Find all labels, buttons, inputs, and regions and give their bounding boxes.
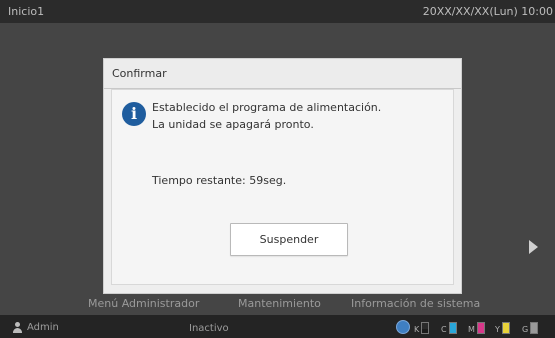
dialog-body: i Establecido el programa de alimentació… <box>111 89 454 285</box>
ink-level-k: K <box>414 320 430 334</box>
message-line-2: La unidad se apagará pronto. <box>152 118 314 131</box>
info-icon: i <box>122 102 146 126</box>
ink-level-m: M <box>468 320 485 334</box>
ink-bar <box>530 322 539 334</box>
admin-menu-link[interactable]: Menú Administrador <box>88 297 199 310</box>
user-indicator[interactable]: Admin <box>12 322 59 333</box>
ink-bar <box>476 322 485 334</box>
globe-icon <box>396 320 410 334</box>
dialog-title: Confirmar <box>104 59 461 89</box>
ink-label: Y <box>495 325 500 334</box>
next-page-arrow-icon[interactable] <box>529 240 538 254</box>
status-bar: Admin Inactivo K C M Y G <box>0 315 555 338</box>
ink-bar <box>501 322 510 334</box>
user-name: Admin <box>27 322 59 333</box>
ink-label: K <box>414 325 420 334</box>
ink-level-g: G <box>522 320 539 334</box>
ink-level-c: C <box>441 320 457 334</box>
user-icon <box>12 322 23 333</box>
ink-bar <box>421 322 430 334</box>
ink-fill <box>531 323 538 333</box>
system-info-link[interactable]: Información de sistema <box>351 297 480 310</box>
confirm-dialog: Confirmar i Establecido el programa de a… <box>103 58 462 294</box>
ink-level-y: Y <box>495 320 510 334</box>
date-time: 20XX/XX/XX(Lun) 10:00 <box>422 5 553 18</box>
screen-title: Inicio1 <box>8 5 45 18</box>
machine-status: Inactivo <box>189 323 229 334</box>
ink-label: G <box>522 325 529 334</box>
ink-fill <box>477 323 484 333</box>
top-bar: Inicio1 20XX/XX/XX(Lun) 10:00 <box>0 0 555 23</box>
ink-label: C <box>441 325 447 334</box>
dialog-message: Establecido el programa de alimentación.… <box>152 99 381 133</box>
ink-label: M <box>468 325 475 334</box>
ink-bar <box>448 322 457 334</box>
ink-fill <box>502 323 509 333</box>
maintenance-link[interactable]: Mantenimiento <box>238 297 321 310</box>
remaining-time: Tiempo restante: 59seg. <box>152 174 287 187</box>
ink-fill <box>422 329 429 333</box>
suspend-button[interactable]: Suspender <box>230 223 348 256</box>
ink-fill <box>449 323 456 333</box>
message-line-1: Establecido el programa de alimentación. <box>152 101 382 114</box>
